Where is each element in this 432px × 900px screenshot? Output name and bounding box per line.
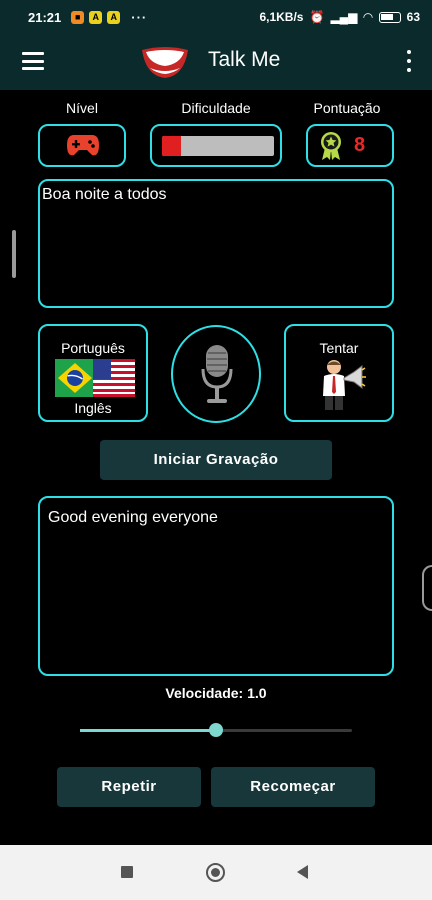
language-toggle[interactable]: Português Inglês [38, 324, 148, 422]
difficulty-bar [162, 136, 274, 156]
app-bar: Talk Me [0, 34, 432, 90]
score-value: 8 [354, 134, 366, 156]
target-text: Good evening everyone [48, 509, 218, 526]
microphone-button[interactable] [171, 325, 261, 423]
usa-flag-icon [93, 359, 135, 397]
speed-slider[interactable] [80, 723, 352, 737]
score-box: 8 [306, 124, 394, 167]
battery-icon [378, 11, 401, 23]
source-text: Boa noite a todos [42, 186, 167, 203]
target-language-label: Inglês [74, 400, 112, 416]
edge-handle-right[interactable] [422, 565, 432, 611]
system-nav-bar [0, 845, 432, 900]
app-notification-icon: A [89, 10, 103, 24]
gamepad-icon [67, 135, 99, 156]
status-bar: 21:21 ■ A A ··· 6,1KB/s ⏰ ▂▄▆ ◠ 63 [0, 0, 432, 34]
smile-logo [142, 47, 188, 78]
signal-icon: ▂▄▆ [330, 10, 358, 24]
source-language-label: Português [61, 340, 125, 356]
start-recording-button[interactable]: Iniciar Gravação [100, 440, 332, 480]
speed-label: Velocidade: 1.0 [165, 685, 267, 701]
award-icon [321, 132, 341, 160]
level-box [38, 124, 126, 167]
edge-handle-left[interactable] [12, 230, 16, 278]
home-icon[interactable] [206, 863, 225, 882]
speed-slider-fill [80, 729, 216, 732]
alarm-icon: ⏰ [309, 10, 325, 24]
more-notifications-icon: ··· [131, 9, 148, 25]
try-button[interactable]: Tentar [284, 324, 394, 422]
app-notification-icon-2: A [107, 10, 121, 24]
source-text-box[interactable]: Boa noite a todos [38, 179, 394, 308]
notification-icon: ■ [71, 10, 85, 24]
battery-level: 63 [406, 10, 420, 24]
target-text-box[interactable]: Good evening everyone [38, 496, 394, 676]
more-vert-icon[interactable] [406, 50, 412, 72]
difficulty-box [150, 124, 282, 167]
wifi-icon: ◠ [363, 10, 373, 24]
status-time: 21:21 [28, 9, 62, 25]
back-icon[interactable] [297, 865, 308, 879]
level-label: Nível [66, 100, 98, 116]
score-label: Pontuação [313, 100, 381, 116]
repeat-button[interactable]: Repetir [57, 767, 201, 807]
recents-icon[interactable] [121, 866, 133, 878]
brazil-flag-icon [55, 359, 95, 397]
try-label: Tentar [319, 340, 359, 356]
app-title: Talk Me [208, 48, 281, 71]
difficulty-bar-fill [162, 136, 182, 156]
menu-icon[interactable] [22, 52, 44, 70]
speed-slider-thumb[interactable] [209, 723, 223, 737]
difficulty-label: Dificuldade [181, 100, 251, 116]
status-right: 6,1KB/s ⏰ ▂▄▆ ◠ 63 [259, 10, 420, 24]
megaphone-person-icon [323, 360, 366, 410]
microphone-icon [201, 345, 233, 403]
network-speed: 6,1KB/s [259, 10, 304, 24]
restart-button[interactable]: Recomeçar [211, 767, 375, 807]
